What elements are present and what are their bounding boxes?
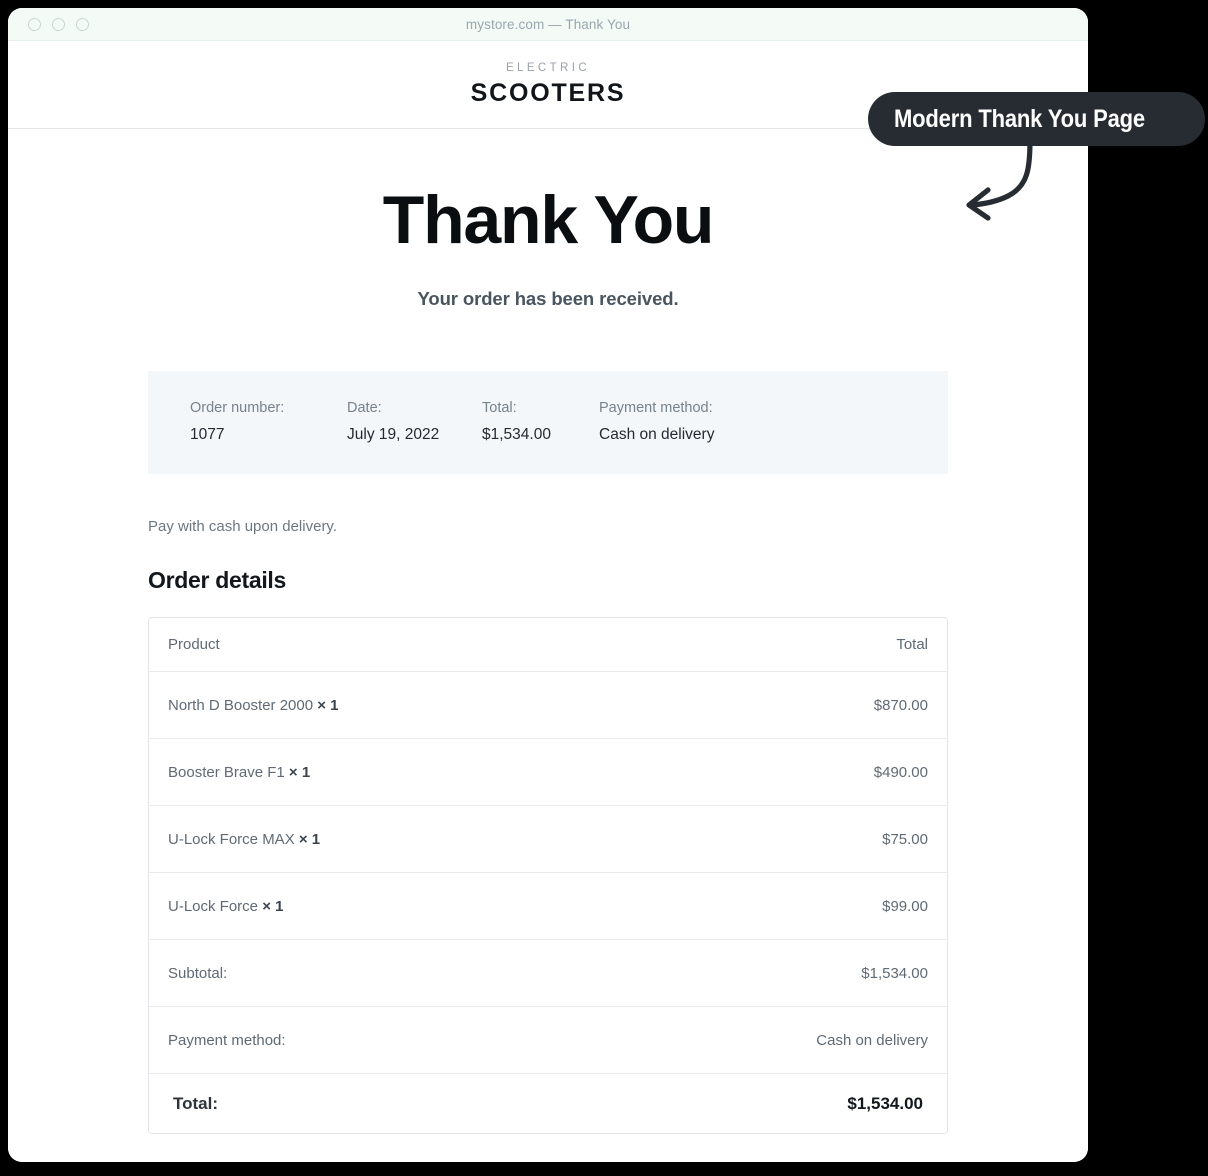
summary-payment-method: Payment method: Cash on delivery [599, 400, 714, 444]
summary-value: 1077 [190, 426, 225, 444]
line-item-total: $75.00 [882, 830, 928, 848]
browser-window: mystore.com — Thank You ELECTRIC SCOOTER… [8, 8, 1088, 1162]
line-item-name: North D Booster 2000 × 1 [168, 697, 339, 714]
product-qty: × 1 [298, 830, 321, 848]
column-header-total: Total [896, 636, 928, 654]
line-item-name: U-Lock Force × 1 [168, 898, 283, 915]
summary-label: Order number: [190, 400, 285, 417]
table-header-row: Product Total [149, 618, 947, 673]
line-item-total: $490.00 [873, 763, 928, 781]
product-name: Booster Brave F1 [168, 763, 285, 781]
table-row: North D Booster 2000 × 1 $870.00 [149, 672, 947, 740]
window-title: mystore.com — Thank You [465, 16, 631, 32]
subtotal-value: $1,534.00 [861, 964, 928, 982]
table-row-subtotal: Subtotal: $1,534.00 [149, 940, 947, 1008]
browser-titlebar: mystore.com — Thank You [8, 8, 1088, 41]
page-body: Thank You Your order has been received. … [8, 182, 1088, 1162]
window-traffic-lights[interactable] [28, 8, 89, 41]
brand-logo-text[interactable]: SCOOTERS [471, 79, 626, 108]
product-name: U-Lock Force [168, 897, 259, 915]
table-row: U-Lock Force × 1 $99.00 [149, 873, 947, 941]
table-row: Booster Brave F1 × 1 $490.00 [149, 739, 947, 807]
annotation-badge-label: Modern Thank You Page [894, 104, 1145, 133]
column-header-product: Product [168, 636, 220, 654]
summary-value: Cash on delivery [599, 426, 715, 444]
table-row-payment-method: Payment method: Cash on delivery [149, 1007, 947, 1075]
page-subtitle: Your order has been received. [417, 288, 679, 310]
order-summary-bar: Order number: 1077 Date: July 19, 2022 T… [148, 371, 948, 475]
page-title: Thank You [382, 182, 715, 258]
summary-label: Date: [347, 400, 382, 417]
summary-total: Total: $1,534.00 [482, 400, 599, 444]
summary-value: $1,534.00 [482, 426, 551, 444]
order-details-heading: Order details [148, 567, 286, 594]
table-row-grand-total: Total: $1,534.00 [149, 1074, 947, 1133]
product-qty: × 1 [317, 696, 339, 714]
line-item-name: Booster Brave F1 × 1 [168, 764, 310, 781]
bottom-spacer [148, 1134, 948, 1162]
summary-value: July 19, 2022 [347, 426, 440, 444]
product-name: U-Lock Force MAX [168, 830, 295, 848]
line-item-total: $99.00 [882, 897, 928, 915]
line-item-name: U-Lock Force MAX × 1 [168, 831, 320, 848]
annotation-badge: Modern Thank You Page [868, 92, 1206, 146]
payment-method-value: Cash on delivery [816, 1031, 928, 1049]
summary-date: Date: July 19, 2022 [347, 400, 482, 444]
line-item-total: $870.00 [873, 696, 928, 714]
screenshot-root: mystore.com — Thank You ELECTRIC SCOOTER… [0, 0, 1208, 1176]
table-row: U-Lock Force MAX × 1 $75.00 [149, 806, 947, 874]
payment-method-label: Payment method: [168, 1031, 286, 1049]
close-window-button[interactable] [28, 18, 41, 31]
grand-total-label: Total: [173, 1093, 219, 1113]
summary-label: Total: [482, 400, 517, 417]
grand-total-value: $1,534.00 [847, 1093, 923, 1113]
summary-order-number: Order number: 1077 [190, 400, 347, 444]
minimize-window-button[interactable] [52, 18, 65, 31]
product-qty: × 1 [288, 763, 311, 781]
product-qty: × 1 [262, 897, 284, 915]
summary-label: Payment method: [599, 400, 713, 417]
brand-eyebrow: ELECTRIC [505, 61, 591, 74]
order-details-table: Product Total North D Booster 2000 × 1 $… [148, 617, 948, 1135]
content-wrapper: Order number: 1077 Date: July 19, 2022 T… [148, 371, 948, 1162]
subtotal-label: Subtotal: [168, 964, 228, 982]
product-name: North D Booster 2000 [168, 696, 314, 714]
maximize-window-button[interactable] [76, 18, 89, 31]
payment-notice: Pay with cash upon delivery. [148, 518, 337, 536]
